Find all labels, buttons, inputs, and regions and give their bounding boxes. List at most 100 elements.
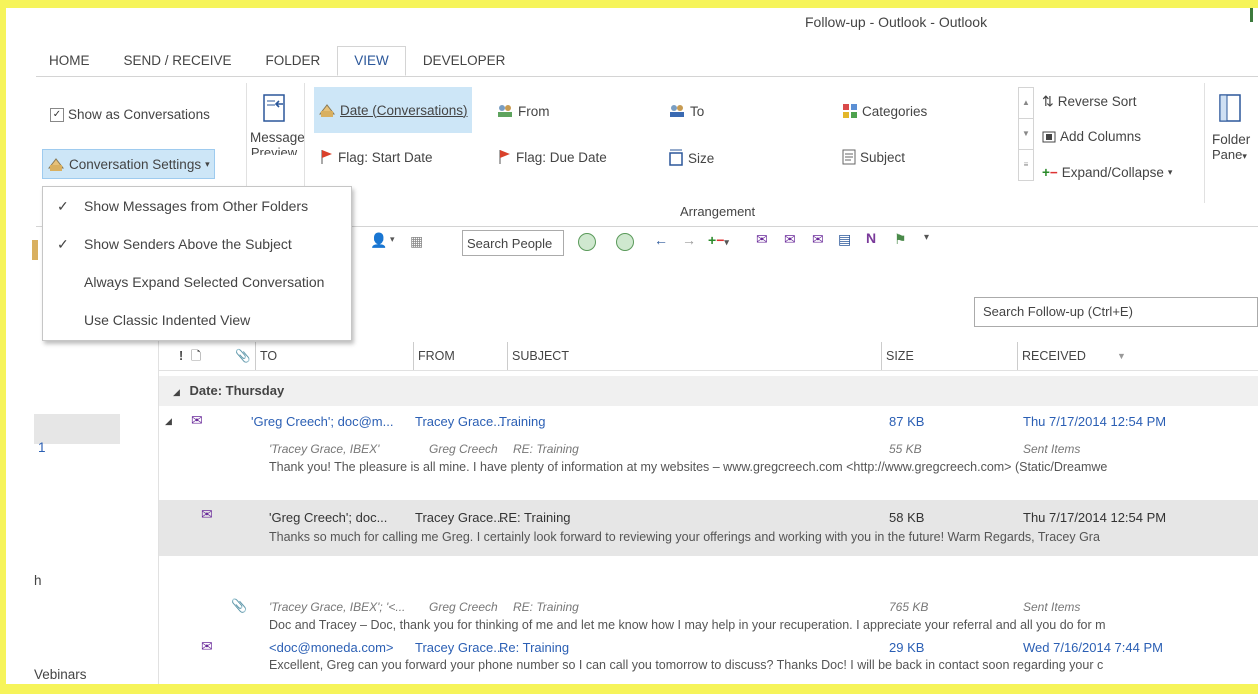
tab-send-receive[interactable]: SEND / RECEIVE xyxy=(107,46,249,76)
replied-mail-icon: ✉ xyxy=(201,506,213,522)
message-row[interactable]: 📎 'Tracey Grace, IBEX'; '<... Greg Creec… xyxy=(159,596,1258,638)
add-columns-button[interactable]: Add Columns xyxy=(1042,129,1141,144)
importance-column[interactable]: ! xyxy=(179,342,183,370)
message-received: Thu 7/17/2014 12:54 PM xyxy=(1023,414,1167,429)
message-size: 765 KB xyxy=(889,600,929,614)
folder-item-webinars[interactable]: Vebinars xyxy=(34,667,87,682)
replied-mail-icon: ✉ xyxy=(191,412,203,428)
onenote-icon[interactable]: N xyxy=(866,230,876,246)
folder-pane-sublabel: Pane▾ xyxy=(1212,147,1247,162)
conversation-date-icon xyxy=(318,104,336,117)
gallery-down-icon[interactable]: ▼ xyxy=(1019,118,1033,149)
tab-folder[interactable]: FOLDER xyxy=(249,46,338,76)
conversation-row[interactable]: ◢ ✉ 'Greg Creech'; doc@m... Tracey Grace… xyxy=(159,410,1258,434)
message-received: Sent Items xyxy=(1023,600,1081,614)
menu-item-label: Show Messages from Other Folders xyxy=(84,198,309,214)
address-book-icon[interactable]: ▦ xyxy=(410,233,423,250)
arrangement-from[interactable]: From xyxy=(496,103,550,119)
tab-developer[interactable]: DEVELOPER xyxy=(406,46,523,76)
collapse-triangle-icon[interactable]: ◢ xyxy=(173,387,180,397)
search-folder-input[interactable]: Search Follow-up (Ctrl+E) xyxy=(974,297,1258,327)
collapse-triangle-icon[interactable]: ◢ xyxy=(165,416,172,427)
green-circle-icon[interactable] xyxy=(578,233,596,251)
expand-collapse-button[interactable]: +− Expand/Collapse ▾ xyxy=(1042,165,1172,180)
message-size: 87 KB xyxy=(889,414,925,429)
menu-item-show-other-folders[interactable]: ✓ Show Messages from Other Folders xyxy=(43,187,349,225)
column-from[interactable]: FROM xyxy=(413,342,455,370)
arrangement-date-conversations[interactable]: Date (Conversations) xyxy=(314,87,472,133)
arrangement-to[interactable]: To xyxy=(668,103,704,119)
message-from: Tracey Grace... xyxy=(415,640,505,655)
checkbox-checked-icon: ✓ xyxy=(50,107,64,122)
reverse-sort-button[interactable]: ⇅ Reverse Sort xyxy=(1042,93,1137,110)
message-subject: Training xyxy=(499,414,546,429)
message-from: Tracey Grace... xyxy=(415,510,505,525)
dropdown-arrow-icon[interactable]: ▾ xyxy=(390,234,395,245)
arrangement-size[interactable]: Size xyxy=(668,149,714,167)
customize-icon[interactable]: ▾ xyxy=(924,232,929,243)
folder-pane: 1 h Vebinars xyxy=(34,340,154,684)
tab-view[interactable]: VIEW xyxy=(337,46,406,76)
add-columns-icon xyxy=(1042,131,1056,142)
forward-mail-icon[interactable]: ✉ xyxy=(812,231,824,248)
message-row[interactable]: ✉ <doc@moneda.com> Tracey Grace... Re: T… xyxy=(159,636,1258,682)
menu-item-senders-above-subject[interactable]: ✓ Show Senders Above the Subject xyxy=(43,225,349,263)
arrangement-categories-label: Categories xyxy=(862,103,928,119)
menu-item-always-expand[interactable]: Always Expand Selected Conversation xyxy=(43,263,349,301)
flag-mail-icon[interactable]: ⚑ xyxy=(894,231,907,248)
column-size[interactable]: SIZE xyxy=(881,342,914,370)
arrangement-to-label: To xyxy=(690,103,705,119)
green-circle-icon[interactable] xyxy=(616,233,634,251)
arrangement-flag-due[interactable]: Flag: Due Date xyxy=(498,149,607,165)
conversation-settings-button[interactable]: Conversation Settings ▾ xyxy=(42,149,215,179)
message-preview-button[interactable]: Message Preview xyxy=(250,87,305,191)
add-columns-label: Add Columns xyxy=(1060,129,1142,144)
message-preview: Thanks so much for calling me Greg. I ce… xyxy=(269,530,1100,544)
ribbon-tabs: HOME SEND / RECEIVE FOLDER VIEW DEVELOPE… xyxy=(40,46,522,76)
message-row[interactable]: 'Tracey Grace, IBEX' Greg Creech RE: Tra… xyxy=(159,440,1258,480)
message-row-selected[interactable]: ✉ 'Greg Creech'; doc... Tracey Grace... … xyxy=(159,500,1258,556)
message-to: 'Tracey Grace, IBEX'; '<... xyxy=(269,600,406,614)
search-people-input[interactable]: Search People xyxy=(462,230,564,256)
icon-column[interactable]: 🗋 xyxy=(191,342,201,370)
group-header[interactable]: ◢ Date: Thursday xyxy=(159,376,1258,406)
message-received: Sent Items xyxy=(1023,442,1081,456)
people-to-icon xyxy=(670,105,684,117)
tab-home[interactable]: HOME xyxy=(40,46,107,76)
column-subject[interactable]: SUBJECT xyxy=(507,342,569,370)
folder-pane-button[interactable]: Folder Pane▾ xyxy=(1212,87,1258,191)
menu-item-classic-indented[interactable]: Use Classic Indented View xyxy=(43,301,349,339)
columns-icon[interactable]: ▤ xyxy=(838,231,851,248)
message-size: 55 KB xyxy=(889,442,922,456)
conversation-settings-icon xyxy=(47,158,65,171)
folder-item[interactable]: h xyxy=(34,573,42,588)
reply-icon[interactable]: ✉ xyxy=(756,231,768,248)
back-arrow-icon[interactable]: ← xyxy=(654,232,668,248)
message-from: Greg Creech xyxy=(429,442,498,456)
column-to[interactable]: TO xyxy=(255,342,277,370)
expand-collapse-label: Expand/Collapse xyxy=(1061,165,1164,180)
people-icon[interactable]: 👤 xyxy=(370,232,387,249)
forward-arrow-icon[interactable]: → xyxy=(682,232,696,248)
arrangement-size-label: Size xyxy=(688,150,715,166)
arrangement-flag-start[interactable]: Flag: Start Date xyxy=(320,149,433,165)
menu-item-label: Always Expand Selected Conversation xyxy=(84,274,325,290)
folder-unread-count: 1 xyxy=(38,440,46,455)
gallery-up-icon[interactable]: ▲ xyxy=(1019,88,1033,118)
gallery-more-icon[interactable]: ≡ xyxy=(1019,149,1033,180)
message-preview-sublabel: Preview xyxy=(250,145,298,155)
folder-item-selected[interactable] xyxy=(34,414,120,444)
show-as-conversations-checkbox[interactable]: ✓ Show as Conversations xyxy=(50,107,210,122)
arrangement-categories[interactable]: Categories xyxy=(842,103,927,119)
expand-collapse-icon[interactable]: +−▾ xyxy=(708,232,729,248)
separator xyxy=(304,83,305,203)
reply-all-icon[interactable]: ✉ xyxy=(784,231,796,248)
message-to: 'Tracey Grace, IBEX' xyxy=(269,442,380,456)
sort-arrows-icon: ⇅ xyxy=(1042,93,1054,109)
arrangement-flag-start-label: Flag: Start Date xyxy=(338,149,433,165)
gallery-scroll[interactable]: ▲ ▼ ≡ xyxy=(1018,87,1034,181)
column-received[interactable]: RECEIVED xyxy=(1017,342,1086,370)
separator xyxy=(246,83,247,203)
attachment-column[interactable]: 📎 xyxy=(235,342,251,370)
arrangement-subject[interactable]: Subject xyxy=(842,149,905,165)
